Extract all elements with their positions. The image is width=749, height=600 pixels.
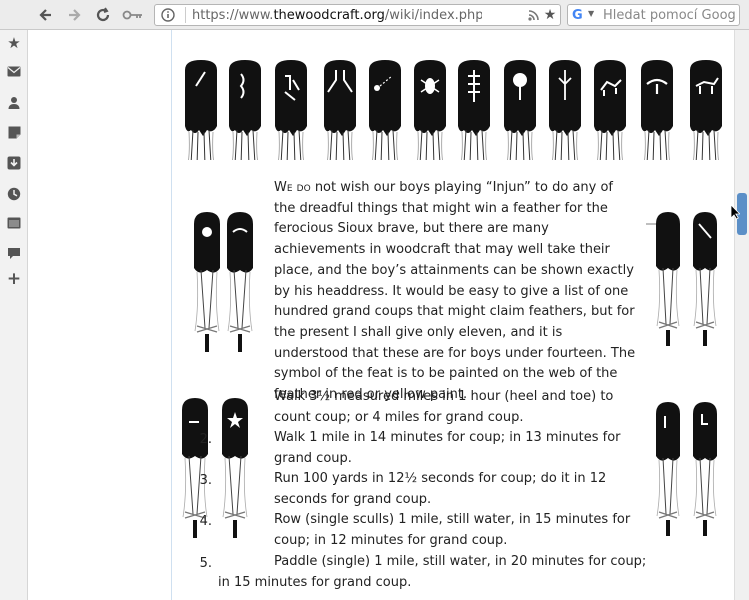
- list-item-text: Paddle (single) 1 mile, still water, in …: [274, 554, 647, 569]
- url-suffix: /wiki/index.php?title=Ladie: [384, 8, 482, 23]
- list-item-number: 2.: [199, 432, 212, 447]
- intro-text: not wish our boys playing “Injun” to do …: [274, 180, 636, 403]
- search-bar[interactable]: G ▼ Hledat pomocí Googl: [567, 4, 740, 26]
- list-item-text: Walk 3½ measured miles in 1 hour (heel a…: [274, 389, 614, 404]
- list-item-text: Run 100 yards in 12½ seconds for coup; d…: [274, 471, 607, 486]
- list-item-text-continued: count coup; or 4 miles for grand coup.: [274, 410, 524, 425]
- list-item-text: Walk 1 mile in 14 minutes for coup; in 1…: [274, 430, 621, 445]
- site-info-icon[interactable]: [161, 8, 175, 22]
- sidebar-window-icon[interactable]: [6, 217, 22, 233]
- sidebar-note-icon[interactable]: [6, 126, 22, 142]
- sidebar-add-plus-icon[interactable]: +: [6, 271, 22, 288]
- reload-icon[interactable]: [94, 6, 112, 24]
- list-item-text: Row (single sculls) 1 mile, still water,…: [274, 512, 631, 527]
- sidebar-user-icon[interactable]: [6, 96, 22, 112]
- forward-arrow-icon[interactable]: [65, 6, 83, 24]
- sidebar-history-icon[interactable]: [6, 187, 22, 203]
- sidebar-chat-icon[interactable]: [6, 247, 22, 263]
- left-blank-pane: [28, 30, 171, 600]
- feather-column-left-image: [181, 211, 254, 539]
- key-icon[interactable]: [122, 6, 144, 24]
- sidebar: ★ +: [0, 30, 28, 600]
- back-arrow-icon[interactable]: [37, 6, 55, 24]
- feather-column-right-image: [646, 211, 718, 537]
- url-domain: thewoodcraft.org: [273, 8, 385, 23]
- url-separator: [185, 7, 186, 23]
- sidebar-bookmarks-star-icon[interactable]: ★: [6, 35, 22, 51]
- search-engine-dropdown-icon[interactable]: ▼: [588, 9, 594, 18]
- bookmark-star-icon[interactable]: ★: [543, 8, 557, 22]
- list-item-number: 5.: [199, 556, 212, 571]
- list-item-text-continued: coup; in 12 minutes for grand coup.: [274, 533, 508, 548]
- url-prefix: https://www.: [192, 8, 274, 23]
- rss-icon[interactable]: [527, 8, 541, 22]
- intro-smallcaps: We do: [274, 180, 311, 195]
- google-icon[interactable]: G: [572, 8, 583, 23]
- list-item-text-continued: seconds for grand coup.: [274, 492, 432, 507]
- list-item-text-continued: in 15 minutes for grand coup.: [218, 575, 412, 590]
- list-item-number: 4.: [199, 514, 212, 529]
- intro-paragraph: We do not wish our boys playing “Injun” …: [274, 178, 636, 406]
- mouse-cursor-icon: [730, 204, 740, 220]
- vertical-scrollbar[interactable]: [734, 30, 749, 600]
- feather-row-top-image: [184, 59, 723, 160]
- list-item-text-continued: grand coup.: [274, 451, 352, 466]
- search-input[interactable]: Hledat pomocí Googl: [603, 8, 737, 23]
- browser-toolbar: https://www.thewoodcraft.org/wiki/index.…: [0, 0, 749, 30]
- article-content: We do not wish our boys playing “Injun” …: [172, 30, 734, 600]
- sidebar-download-icon[interactable]: [6, 156, 22, 172]
- list-item-number: 3.: [199, 473, 212, 488]
- sidebar-mail-icon[interactable]: [6, 66, 22, 82]
- address-bar[interactable]: https://www.thewoodcraft.org/wiki/index.…: [154, 4, 561, 26]
- url-text[interactable]: https://www.thewoodcraft.org/wiki/index.…: [192, 8, 482, 23]
